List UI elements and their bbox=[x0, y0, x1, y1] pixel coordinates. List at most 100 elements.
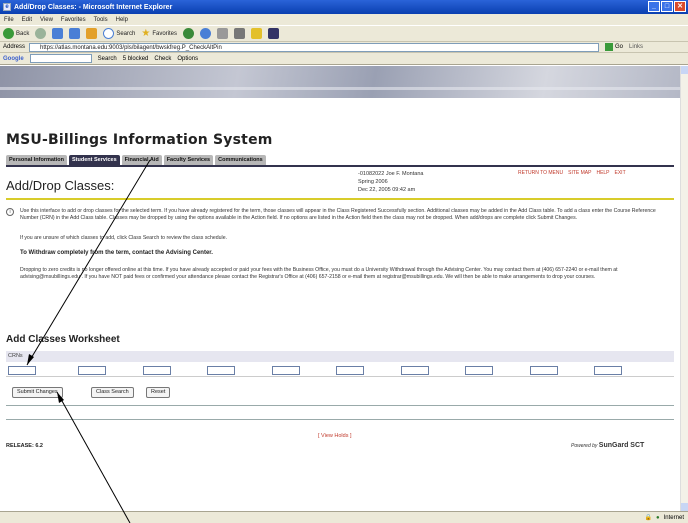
system-title: MSU-Billings Information System bbox=[6, 132, 273, 148]
info-paragraph-1: Use this interface to add or drop classe… bbox=[20, 208, 656, 221]
folder-icon[interactable] bbox=[251, 28, 263, 39]
tab-personal-information[interactable]: Personal Information bbox=[6, 155, 68, 165]
minimize-button[interactable]: _ bbox=[648, 1, 660, 12]
reset-button[interactable]: Reset bbox=[146, 387, 171, 398]
withdraw-heading: To Withdraw completely from the term, co… bbox=[20, 250, 213, 256]
user-info: -01082022 Joe F. Montana Spring 2006 Dec… bbox=[358, 170, 423, 194]
mail-icon[interactable] bbox=[217, 28, 229, 39]
close-button[interactable]: ✕ bbox=[674, 1, 686, 12]
back-button[interactable]: Back bbox=[3, 28, 29, 39]
google-toolbar: Google Search 5 blocked Check Options bbox=[0, 53, 688, 65]
footer-divider bbox=[6, 419, 674, 420]
crn-input-10[interactable] bbox=[594, 366, 622, 375]
gold-divider bbox=[6, 198, 674, 200]
crn-input-9[interactable] bbox=[530, 366, 558, 375]
menu-view[interactable]: View bbox=[40, 17, 53, 23]
scroll-up-arrow[interactable] bbox=[681, 66, 688, 74]
crn-input-4[interactable] bbox=[207, 366, 235, 375]
window-controls: _ □ ✕ bbox=[648, 1, 686, 12]
scroll-down-arrow[interactable] bbox=[681, 503, 688, 511]
address-bar: Address https://atlas.montana.edu:9003/p… bbox=[0, 42, 688, 53]
tab-faculty-services[interactable]: Faculty Services bbox=[163, 155, 214, 165]
google-search-button[interactable]: Search bbox=[98, 56, 117, 62]
menu-favorites[interactable]: Favorites bbox=[61, 17, 86, 23]
go-arrow-icon bbox=[605, 43, 614, 51]
go-button[interactable]: Go bbox=[605, 43, 623, 51]
vertical-scrollbar[interactable] bbox=[680, 66, 688, 511]
worksheet-title: Add Classes Worksheet bbox=[6, 334, 120, 345]
window-titlebar: e Add/Drop Classes: - Microsoft Internet… bbox=[0, 0, 688, 14]
vendor-name: SunGard SCT bbox=[598, 442, 645, 449]
info-paragraph-3: Dropping to zero credits is no longer of… bbox=[20, 267, 618, 280]
links-label[interactable]: Links bbox=[629, 44, 643, 50]
favorites-button[interactable]: ★ Favorites bbox=[141, 28, 177, 39]
crn-input-8[interactable] bbox=[465, 366, 493, 375]
user-date: Dec 22, 2005 09:42 am bbox=[358, 187, 416, 193]
user-term: Spring 2006 bbox=[358, 179, 388, 185]
info-paragraph-2: If you are unsure of which classes to ad… bbox=[20, 235, 228, 241]
google-search-input[interactable] bbox=[29, 54, 92, 63]
page-content: MSU-Billings Information System Personal… bbox=[0, 98, 680, 511]
print-icon[interactable] bbox=[234, 28, 246, 39]
crn-input-row bbox=[6, 363, 674, 377]
return-to-menu-link[interactable]: RETURN TO MENU bbox=[518, 170, 563, 176]
media-icon[interactable] bbox=[183, 28, 195, 39]
menu-file[interactable]: File bbox=[4, 17, 14, 23]
tab-student-services[interactable]: Student Services bbox=[69, 155, 120, 165]
page-title: Add/Drop Classes: bbox=[6, 178, 115, 193]
lock-icon: 🔒 bbox=[644, 515, 653, 521]
class-search-button[interactable]: Class Search bbox=[91, 387, 134, 398]
top-links: RETURN TO MENU SITE MAP HELP EXIT bbox=[518, 170, 626, 176]
tab-financial-aid[interactable]: Financial Aid bbox=[121, 155, 162, 165]
forward-arrow-icon[interactable] bbox=[35, 28, 47, 39]
browser-toolbar: Back Search ★ Favorites bbox=[0, 25, 688, 42]
messenger-icon[interactable] bbox=[268, 28, 280, 39]
section-divider bbox=[6, 405, 674, 406]
menu-tools[interactable]: Tools bbox=[94, 17, 108, 23]
menu-edit[interactable]: Edit bbox=[22, 17, 32, 23]
crn-input-3[interactable] bbox=[143, 366, 171, 375]
site-map-link[interactable]: SITE MAP bbox=[568, 170, 591, 176]
google-logo: Google bbox=[3, 55, 24, 62]
view-holds-link[interactable]: [ View Holds ] bbox=[318, 433, 352, 439]
globe-icon: ● bbox=[656, 514, 660, 521]
release-label: RELEASE: 6.2 bbox=[6, 443, 43, 449]
exit-link[interactable]: EXIT bbox=[615, 170, 626, 176]
tab-underline bbox=[6, 165, 674, 167]
powered-by-logo: Powered by SunGard SCT bbox=[571, 442, 644, 449]
security-zone: 🔒 ● Internet bbox=[644, 514, 684, 522]
zone-label: Internet bbox=[663, 514, 684, 521]
home-icon[interactable] bbox=[86, 28, 98, 39]
nav-tabs: Personal Information Student Services Fi… bbox=[6, 155, 266, 165]
maximize-button[interactable]: □ bbox=[661, 1, 673, 12]
ie-icon: e bbox=[3, 3, 11, 11]
page-banner bbox=[0, 66, 680, 98]
crn-input-7[interactable] bbox=[401, 366, 429, 375]
url-input[interactable]: https://atlas.montana.edu:9003/pls/bilag… bbox=[29, 42, 600, 52]
google-options-button[interactable]: Options bbox=[177, 56, 198, 62]
refresh-icon[interactable] bbox=[69, 28, 81, 39]
crn-input-1[interactable] bbox=[8, 366, 36, 375]
stop-icon[interactable] bbox=[52, 28, 64, 39]
window-title: Add/Drop Classes: - Microsoft Internet E… bbox=[14, 3, 173, 11]
info-icon: i bbox=[6, 208, 14, 216]
back-arrow-icon bbox=[3, 28, 14, 39]
search-button[interactable]: Search bbox=[103, 28, 135, 39]
crn-label: CRNs bbox=[6, 351, 674, 362]
star-icon: ★ bbox=[141, 28, 151, 39]
menu-help[interactable]: Help bbox=[116, 17, 128, 23]
powered-by-text: Powered by bbox=[571, 443, 598, 449]
status-bar: 🔒 ● Internet bbox=[0, 511, 688, 523]
history-icon[interactable] bbox=[200, 28, 212, 39]
crn-input-6[interactable] bbox=[336, 366, 364, 375]
user-id-name: -01082022 Joe F. Montana bbox=[358, 171, 424, 177]
crn-input-2[interactable] bbox=[78, 366, 106, 375]
crn-input-5[interactable] bbox=[272, 366, 300, 375]
address-label: Address bbox=[3, 44, 26, 50]
help-link[interactable]: HELP bbox=[596, 170, 609, 176]
submit-changes-button[interactable]: Submit Changes bbox=[12, 387, 63, 398]
spell-check-button[interactable]: Check bbox=[154, 56, 171, 62]
tab-communications[interactable]: Communications bbox=[215, 155, 266, 165]
search-icon bbox=[103, 28, 115, 39]
popup-blocker[interactable]: 5 blocked bbox=[123, 56, 149, 62]
